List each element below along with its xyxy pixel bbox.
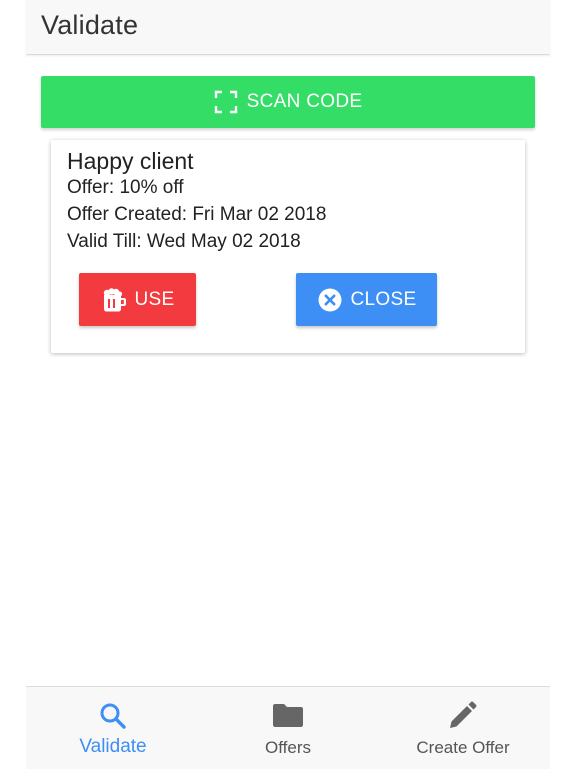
tab-create-offer[interactable]: Create Offer xyxy=(376,687,550,769)
scan-frame-icon xyxy=(214,90,238,114)
tab-create-offer-label: Create Offer xyxy=(416,738,510,757)
folder-icon xyxy=(272,701,304,731)
tab-validate-label: Validate xyxy=(79,736,147,757)
use-button-label: USE xyxy=(134,288,175,310)
scan-code-label: SCAN CODE xyxy=(246,91,363,112)
offer-card: Happy client Offer: 10% off Offer Create… xyxy=(51,140,525,353)
close-circle-icon xyxy=(317,287,343,313)
close-button-label: CLOSE xyxy=(350,288,417,310)
offer-value: Offer: 10% off xyxy=(67,177,184,198)
tab-validate[interactable]: Validate xyxy=(26,687,200,769)
tab-offers-label: Offers xyxy=(265,738,311,757)
tab-offers[interactable]: Offers xyxy=(201,687,375,769)
scan-code-button[interactable]: SCAN CODE xyxy=(41,76,535,128)
app-header: Validate xyxy=(26,0,550,55)
bottom-tab-bar: Validate Offers Create Offer xyxy=(26,686,550,769)
page-title: Validate xyxy=(41,10,139,40)
search-icon xyxy=(97,701,129,731)
offer-valid-till: Valid Till: Wed May 02 2018 xyxy=(67,231,301,252)
app-window: Validate SCAN CODE Happy client Offer: 1… xyxy=(26,0,550,769)
beer-mug-icon xyxy=(101,287,127,313)
close-button[interactable]: CLOSE xyxy=(296,273,437,326)
pencil-icon xyxy=(447,701,479,731)
offer-created-date: Offer Created: Fri Mar 02 2018 xyxy=(67,204,327,225)
use-button[interactable]: USE xyxy=(79,273,196,326)
client-name: Happy client xyxy=(67,148,194,174)
